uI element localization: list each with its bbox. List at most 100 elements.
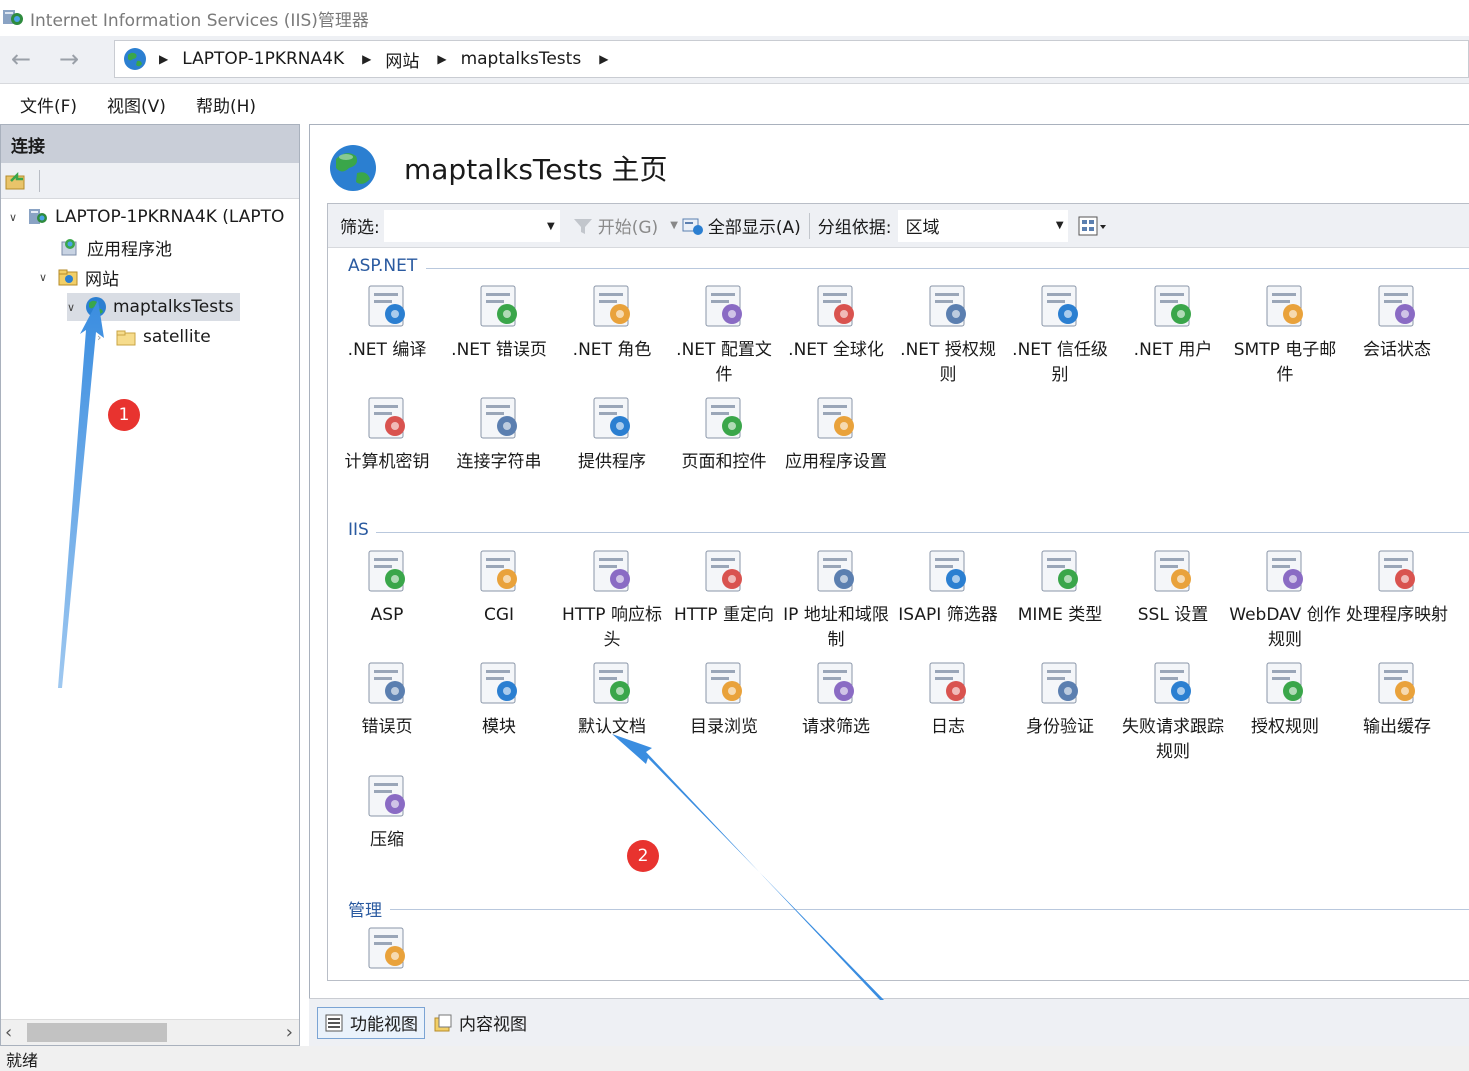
breadcrumb-separator-icon[interactable]: ▶ (362, 52, 371, 66)
feature-label: ISAPI 筛选器 (898, 605, 998, 625)
feature-default-document[interactable]: 默认文档 (556, 657, 668, 740)
feature-directory-browsing[interactable]: 目录浏览 (668, 657, 780, 740)
breadcrumb-separator-icon[interactable]: ▶ (437, 52, 446, 66)
scrollbar-thumb[interactable] (27, 1023, 167, 1042)
feature-machine-key[interactable]: 计算机密钥 (331, 392, 443, 475)
tree-node-satellite[interactable]: › satellite (97, 323, 211, 351)
menu-file[interactable]: 文件(F) (20, 92, 77, 117)
trust-level-icon (1041, 285, 1078, 327)
feature-auth-rules[interactable]: .NET 授权规则 (892, 280, 1004, 388)
menu-help[interactable]: 帮助(H) (196, 92, 256, 117)
site-globe-icon (330, 145, 376, 191)
feature-authorization[interactable]: 授权规则 (1229, 657, 1341, 740)
tab-content-view[interactable]: 内容视图 (427, 1007, 533, 1039)
feature-session[interactable]: 会话状态 (1341, 280, 1453, 363)
feature-isapi[interactable]: ISAPI 筛选器 (892, 545, 1004, 628)
feature-roles[interactable]: .NET 角色 (556, 280, 668, 363)
feature-handler-mappings[interactable]: 处理程序映射 (1341, 545, 1453, 628)
breadcrumb-server[interactable]: LAPTOP-1PKRNA4K (182, 49, 344, 69)
session-icon (1378, 285, 1415, 327)
tab-features-view[interactable]: 功能视图 (317, 1006, 425, 1039)
feature-http-headers[interactable]: HTTP 响应标头 (556, 545, 668, 653)
feature-smtp[interactable]: SMTP 电子邮件 (1229, 280, 1341, 388)
address-breadcrumb[interactable]: ▶ LAPTOP-1PKRNA4K ▶ 网站 ▶ maptalksTests ▶ (114, 40, 1469, 78)
breadcrumb-separator-icon[interactable]: ▶ (599, 52, 608, 66)
filter-input[interactable]: ▼ (383, 209, 560, 242)
feature-request-filtering[interactable]: 请求筛选 (780, 657, 892, 740)
menu-view[interactable]: 视图(V) (107, 92, 166, 117)
ssl-lock-icon (1154, 550, 1191, 592)
tree-label-sites: 网站 (85, 269, 119, 290)
asp-icon (368, 550, 405, 592)
feature-logging[interactable]: 日志 (892, 657, 1004, 740)
feature-webdav[interactable]: WebDAV 创作规则 (1229, 545, 1341, 653)
feature-asp[interactable]: ASP (331, 545, 443, 628)
filter-bar: 筛选: ▼ 开始(G) ▼ 全部显示(A) 分组依据: 区域 ▼ (328, 204, 1469, 248)
connections-tree: ∨ LAPTOP-1PKRNA4K (LAPTO 应用程序池 ∨ 网站 ∨ ma… (1, 199, 299, 1015)
feature-providers[interactable]: 提供程序 (556, 392, 668, 475)
scroll-left-icon[interactable]: ‹ (5, 1022, 12, 1043)
chevron-down-icon[interactable]: ∨ (67, 301, 85, 314)
horizontal-scrollbar[interactable]: ‹ › (1, 1019, 299, 1045)
error-pages-icon (368, 662, 405, 704)
feature-app-settings[interactable]: 应用程序设置 (780, 392, 892, 475)
section-title-iis: IIS (348, 520, 375, 540)
back-arrow-icon[interactable]: ← (6, 45, 36, 75)
dropdown-arrow-icon[interactable]: ▼ (1056, 220, 1064, 231)
feature-label: 压缩 (370, 830, 404, 850)
feature-config-editor[interactable] (331, 922, 443, 980)
tree-node-server[interactable]: ∨ LAPTOP-1PKRNA4K (LAPTO (9, 203, 284, 231)
go-button[interactable]: 开始(G) (572, 213, 658, 238)
feature-output-cache[interactable]: 输出缓存 (1341, 657, 1453, 740)
feature-http-redirect[interactable]: HTTP 重定向 (668, 545, 780, 628)
tree-node-sites[interactable]: ∨ 网站 (39, 263, 119, 291)
annotation-badge-1: 1 (108, 399, 140, 431)
breadcrumb-sites[interactable]: 网站 (385, 47, 419, 72)
feature-failed-request[interactable]: 失败请求跟踪规则 (1117, 657, 1229, 765)
section-divider (426, 268, 1469, 269)
connections-header: 连接 (1, 125, 299, 163)
feature-authentication[interactable]: 身份验证 (1004, 657, 1116, 740)
feature-compile[interactable]: .NET 编译 (331, 280, 443, 363)
feature-pages-controls[interactable]: 页面和控件 (668, 392, 780, 475)
feature-ssl-lock[interactable]: SSL 设置 (1117, 545, 1229, 628)
chevron-right-icon[interactable]: › (97, 331, 115, 344)
feature-globalization[interactable]: .NET 全球化 (780, 280, 892, 363)
feature-profile[interactable]: .NET 配置文件 (668, 280, 780, 388)
show-all-button[interactable]: 全部显示(A) (682, 213, 801, 238)
connect-icon[interactable] (5, 171, 27, 191)
feature-label: 提供程序 (578, 452, 646, 472)
breadcrumb-separator-icon[interactable]: ▶ (159, 52, 168, 66)
tree-node-app-pools[interactable]: 应用程序池 (59, 233, 172, 261)
chevron-down-icon[interactable]: ∨ (39, 271, 57, 284)
http-redirect-icon (705, 550, 742, 592)
providers-icon (593, 397, 630, 439)
feature-label: HTTP 响应标头 (562, 605, 662, 650)
tab-content-label: 内容视图 (459, 1015, 527, 1035)
group-by-select[interactable]: 区域 ▼ (897, 209, 1068, 242)
feature-connection-string[interactable]: 连接字符串 (443, 392, 555, 475)
smtp-icon (1266, 285, 1303, 327)
roles-icon (593, 285, 630, 327)
view-mode-icon[interactable] (1078, 215, 1108, 237)
dropdown-arrow-icon[interactable]: ▼ (547, 221, 555, 232)
scroll-right-icon[interactable]: › (286, 1022, 293, 1043)
chevron-down-icon[interactable]: ∨ (9, 211, 27, 224)
feature-label: 页面和控件 (681, 452, 767, 472)
feature-cgi[interactable]: CGI (443, 545, 555, 628)
features-view-icon (325, 1014, 343, 1031)
feature-compression[interactable]: 压缩 (331, 770, 443, 853)
feature-mime[interactable]: MIME 类型 (1004, 545, 1116, 628)
breadcrumb-site[interactable]: maptalksTests (461, 49, 582, 69)
tree-label-satellite: satellite (143, 327, 211, 347)
feature-trust-level[interactable]: .NET 信任级别 (1004, 280, 1116, 388)
feature-label: .NET 角色 (572, 340, 652, 360)
feature-ip-restrict[interactable]: IP 地址和域限制 (780, 545, 892, 653)
tree-node-maptalkstests[interactable]: ∨ maptalksTests (67, 293, 240, 321)
feature-error-404[interactable]: .NET 错误页 (443, 280, 555, 363)
dropdown-arrow-icon[interactable]: ▼ (670, 220, 678, 231)
feature-modules[interactable]: 模块 (443, 657, 555, 740)
feature-users[interactable]: .NET 用户 (1117, 280, 1229, 363)
forward-arrow-icon[interactable]: → (54, 45, 84, 75)
feature-error-pages[interactable]: 错误页 (331, 657, 443, 740)
